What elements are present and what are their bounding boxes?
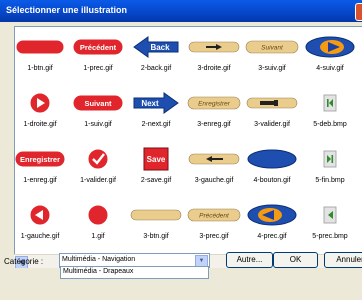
gallery-item[interactable]: 4-prec.gif <box>244 195 300 247</box>
gallery-item[interactable]: 1-gauche.gif <box>15 195 68 247</box>
pill-red-text-thumbnail: Enregistrer <box>15 147 68 171</box>
gallery-item[interactable]: 5-prec.bmp <box>302 195 358 247</box>
close-icon[interactable] <box>355 3 362 21</box>
gallery-item-filename: 1-droite.gif <box>23 121 57 128</box>
red-circle-left-thumbnail <box>15 203 68 227</box>
svg-text:Enregistrer: Enregistrer <box>20 155 60 164</box>
gallery-item-filename: 2-next.gif <box>141 121 171 128</box>
gallery-item-filename: 3-droite.gif <box>197 65 231 72</box>
gallery-item[interactable]: 4-bouton.gif <box>244 139 300 191</box>
blue-oval-arrow-left-thumbnail <box>244 203 300 227</box>
gallery-item-filename: 1-enreg.gif <box>23 177 57 184</box>
gallery-item[interactable]: Suivant 1-suiv.gif <box>70 83 126 135</box>
gallery-item-filename: 1-valider.gif <box>80 177 116 184</box>
gallery-item-filename: 1-suiv.gif <box>84 121 112 128</box>
gallery-item-filename: 4-bouton.gif <box>253 177 291 184</box>
svg-text:Précédent: Précédent <box>80 43 117 52</box>
gallery-item[interactable]: 1-droite.gif <box>15 83 68 135</box>
svg-text:Next: Next <box>141 99 159 108</box>
svg-text:Save: Save <box>147 155 166 164</box>
gallery-item[interactable]: 5-deb.bmp <box>302 83 358 135</box>
pill-red-text-thumbnail: Précédent <box>70 35 126 59</box>
gallery-item-filename: 3-btn.gif <box>143 233 169 240</box>
category-value: Multimédia - Navigation <box>62 256 136 263</box>
gallery-item-filename: 1.gif <box>91 233 105 240</box>
gallery-item[interactable]: 3-valider.gif <box>244 83 300 135</box>
category-dropdown-list[interactable]: Multimédia - Drapeaux <box>60 266 209 279</box>
gallery-item-filename: 3-prec.gif <box>199 233 229 240</box>
gallery-item-filename: 2-save.gif <box>140 177 172 184</box>
gallery-item-filename: 1-gauche.gif <box>20 233 60 240</box>
gallery-item[interactable]: 3-btn.gif <box>128 195 184 247</box>
gallery-item[interactable]: Suivant 3-suiv.gif <box>244 27 300 79</box>
gallery-item[interactable]: 3-droite.gif <box>186 27 242 79</box>
gallery-item[interactable]: Save 2-save.gif <box>128 139 184 191</box>
beige-arrow-left-thumbnail <box>186 147 242 171</box>
save-square-thumbnail: Save <box>128 147 184 171</box>
gallery-item[interactable]: 5-fin.bmp <box>302 139 358 191</box>
gallery-item-filename: 3-valider.gif <box>254 121 290 128</box>
gallery-item[interactable]: 1-valider.gif <box>70 139 126 191</box>
gallery-item[interactable]: Enregistrer 1-enreg.gif <box>15 139 68 191</box>
beige-text-thumbnail: Suivant <box>244 35 300 59</box>
red-circle-check-thumbnail <box>70 147 126 171</box>
svg-text:Précédent: Précédent <box>199 213 230 220</box>
arrow-right-blue-thumbnail: Next <box>128 91 184 115</box>
gallery-item-filename: 5-deb.bmp <box>313 121 347 128</box>
gallery-item-filename: 3-enreg.gif <box>197 121 231 128</box>
beige-text-thumbnail: Enregistrer <box>186 91 242 115</box>
beige-text-thumbnail: Précédent <box>186 203 242 227</box>
gallery-item-filename: 4-prec.gif <box>257 233 287 240</box>
red-circle-thumbnail <box>70 203 126 227</box>
window-title: Sélectionner une illustration <box>6 5 128 15</box>
svg-text:Enregistrer: Enregistrer <box>198 101 231 108</box>
annuler-button[interactable]: Annuler <box>324 252 362 268</box>
svg-text:Back: Back <box>150 43 170 52</box>
beige-arrow-right-thumbnail <box>186 35 242 59</box>
blue-oval-arrow-right-thumbnail <box>302 35 358 59</box>
gallery-item[interactable]: Enregistrer 3-enreg.gif <box>186 83 242 135</box>
red-circle-play-thumbnail <box>15 91 68 115</box>
blue-oval-thumbnail <box>244 147 300 171</box>
green-last-thumbnail <box>302 147 358 171</box>
beige-pill-thumbnail <box>128 203 184 227</box>
gallery-item-filename: 1-prec.gif <box>83 65 113 72</box>
gallery-item[interactable]: Next 2-next.gif <box>128 83 184 135</box>
svg-text:Suivant: Suivant <box>261 45 284 52</box>
gallery-item-filename: 5-prec.bmp <box>312 233 348 240</box>
beige-valider-thumbnail <box>244 91 300 115</box>
gallery-item-filename: 5-fin.bmp <box>315 177 345 184</box>
gallery-item-filename: 3-suiv.gif <box>258 65 286 72</box>
title-bar: Sélectionner une illustration <box>0 0 362 22</box>
gallery-item-filename: 2-back.gif <box>140 65 172 72</box>
ok-button[interactable]: OK <box>273 252 318 268</box>
green-first-thumbnail <box>302 91 358 115</box>
gallery-item[interactable]: Back 2-back.gif <box>128 27 184 79</box>
illustration-gallery: 1-btn.gif Précédent 1-prec.gif Back 2-back.g… <box>14 26 362 269</box>
gallery-item[interactable]: Précédent 1-prec.gif <box>70 27 126 79</box>
gallery-item-filename: 4-suiv.gif <box>316 65 344 72</box>
pill-red-thumbnail <box>15 35 68 59</box>
gallery-item[interactable]: 4-suiv.gif <box>302 27 358 79</box>
category-label: Catégorie : <box>4 257 44 266</box>
dropdown-option[interactable]: Multimédia - Drapeaux <box>63 268 133 275</box>
autre-button[interactable]: Autre... <box>226 252 273 268</box>
arrow-left-blue-thumbnail: Back <box>128 35 184 59</box>
gallery-item[interactable]: 1-btn.gif <box>15 27 68 79</box>
gallery-item[interactable]: 3-gauche.gif <box>186 139 242 191</box>
gallery-item[interactable]: 1.gif <box>70 195 126 247</box>
gallery-item-filename: 3-gauche.gif <box>194 177 234 184</box>
gallery-item[interactable]: Précédent 3-prec.gif <box>186 195 242 247</box>
pill-red-text-thumbnail: Suivant <box>70 91 126 115</box>
green-prev-thumbnail <box>302 203 358 227</box>
gallery-item-filename: 1-btn.gif <box>27 65 53 72</box>
svg-text:Suivant: Suivant <box>84 99 112 108</box>
